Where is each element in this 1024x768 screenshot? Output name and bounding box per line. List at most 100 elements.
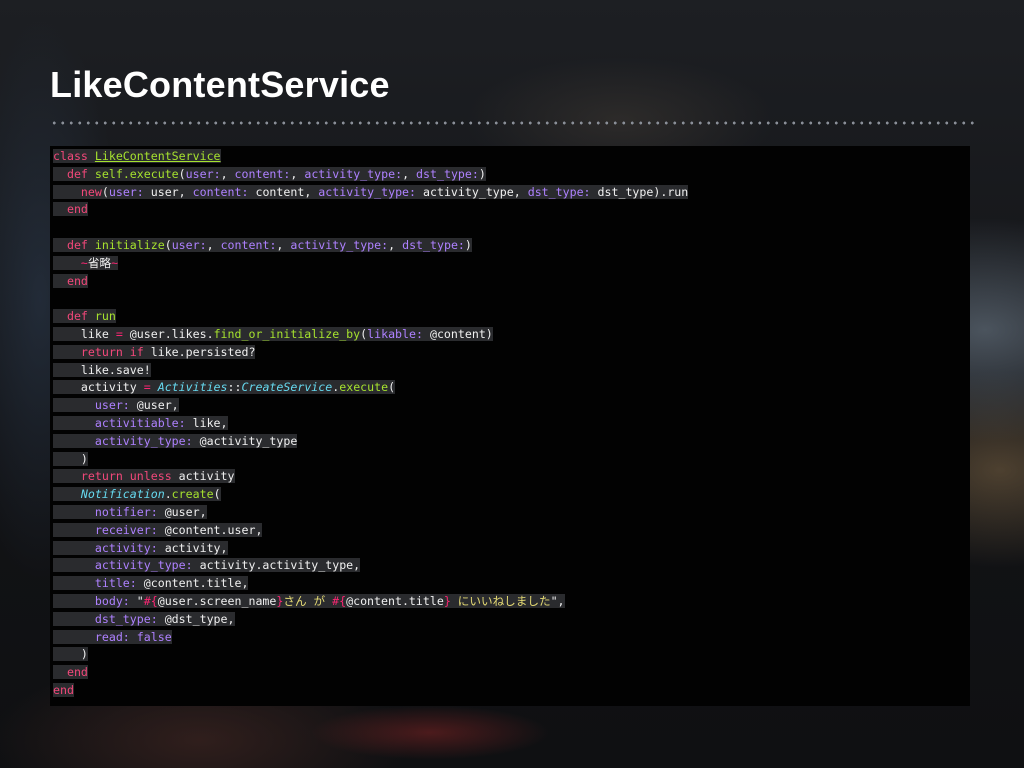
code-line: class LikeContentService xyxy=(53,148,688,166)
code-token: activity_type: xyxy=(94,433,193,448)
code-token: ~ xyxy=(80,255,88,270)
code-token: like.persisted? xyxy=(143,344,256,359)
code-token: @activity_type xyxy=(192,433,298,448)
code-token: にいいねしました xyxy=(450,593,551,608)
code-token: initialize xyxy=(94,237,165,252)
code-token: #{ xyxy=(143,593,158,608)
code-token: like xyxy=(53,326,116,341)
code-line: ) xyxy=(53,646,688,664)
code-token: CreateService xyxy=(241,380,333,395)
code-line: end xyxy=(53,273,688,291)
code-token: content, xyxy=(248,184,319,199)
code-token: find_or_initialize_by xyxy=(213,326,361,341)
code-token: Activities xyxy=(157,380,228,395)
code-token: @content.title xyxy=(346,593,444,608)
code-token: ", xyxy=(550,593,565,608)
code-token: dst_type: xyxy=(527,184,591,199)
code-token: user: xyxy=(171,237,207,252)
code-line: like = @user.likes.find_or_initialize_by… xyxy=(53,326,688,344)
code-lines: class LikeContentService def self.execut… xyxy=(53,148,689,700)
code-token: activity_type: xyxy=(290,237,389,252)
code-line: def initialize(user:, content:, activity… xyxy=(53,237,688,255)
code-token: if xyxy=(129,344,144,359)
code-line: body: "#{@user.screen_name}さん が #{@conte… xyxy=(53,593,688,611)
code-token: activity.activity_type, xyxy=(192,558,361,573)
code-token: " xyxy=(129,593,144,608)
code-line: activity_type: @activity_type xyxy=(53,433,688,451)
code-token: ( xyxy=(178,166,186,181)
code-token: #{ xyxy=(332,593,347,608)
code-token: false xyxy=(136,629,172,644)
code-token: ( xyxy=(164,237,172,252)
code-token: } xyxy=(443,593,451,608)
code-token: user: xyxy=(94,398,130,413)
code-token: content: xyxy=(234,166,291,181)
code-token: end xyxy=(66,273,88,288)
code-line: def run xyxy=(53,308,688,326)
code-line: title: @content.title, xyxy=(53,575,688,593)
code-token: ~ xyxy=(111,255,119,270)
code-token: , xyxy=(388,237,403,252)
code-line: return if like.persisted? xyxy=(53,344,688,362)
code-token: , xyxy=(402,166,417,181)
code-token: end xyxy=(66,202,88,217)
code-token: like, xyxy=(185,415,228,430)
code-token: @user.screen_name xyxy=(157,593,277,608)
code-token: likable: xyxy=(367,326,423,341)
code-token: ) xyxy=(53,451,88,466)
code-token: content: xyxy=(220,237,277,252)
code-token: @content) xyxy=(422,326,493,341)
code-token: :: xyxy=(227,380,242,395)
code-token: , xyxy=(220,166,235,181)
code-line: ~省略~ xyxy=(53,255,688,273)
code-line: activity: activity, xyxy=(53,540,688,558)
code-token: receiver: xyxy=(94,522,158,537)
dotted-divider xyxy=(50,121,975,125)
code-token: , xyxy=(206,237,221,252)
code-line: Notification.create( xyxy=(53,486,688,504)
code-token: activity xyxy=(171,469,235,484)
code-token: @user, xyxy=(157,504,207,519)
code-token: activity_type: xyxy=(94,558,193,573)
code-token: unless xyxy=(129,469,172,484)
code-token: execute xyxy=(339,380,389,395)
code-token: @content.title, xyxy=(136,576,249,591)
code-token: activity: xyxy=(94,540,158,555)
code-token: Notification xyxy=(80,487,165,502)
code-token: new xyxy=(80,184,102,199)
code-token: def xyxy=(66,166,88,181)
code-token: class xyxy=(53,149,88,163)
code-token: ) xyxy=(478,166,486,181)
code-token: activity_type, xyxy=(416,184,528,199)
code-line: new(user: user, content: content, activi… xyxy=(53,184,689,202)
code-line: activity_type: activity.activity_type, xyxy=(53,557,688,575)
code-line: activity = Activities::CreateService.exe… xyxy=(53,379,688,397)
code-line: end xyxy=(53,201,688,219)
code-token: notifier: xyxy=(94,504,158,519)
code-token: activity_type: xyxy=(304,166,403,181)
code-token: end xyxy=(66,665,88,680)
code-line: return unless activity xyxy=(53,468,688,486)
code-token: = xyxy=(115,326,123,341)
code-token: user: xyxy=(185,166,221,181)
code-token: activity, xyxy=(157,540,228,555)
code-token: ( xyxy=(213,487,221,502)
